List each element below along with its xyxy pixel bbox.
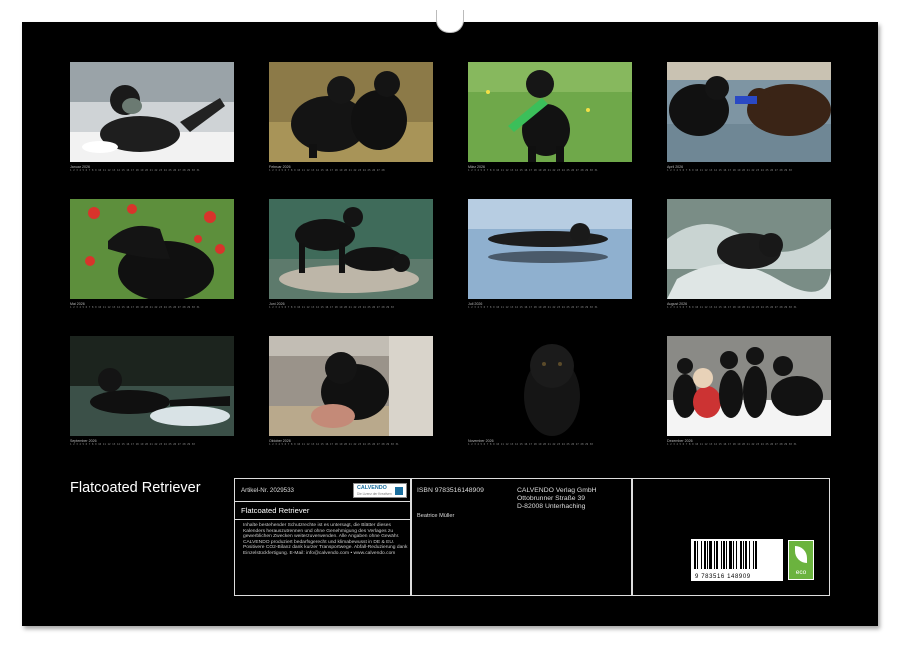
photo-april [667, 62, 831, 162]
leaf-icon [795, 546, 807, 563]
barcode-digits: 9 783516 148909 [695, 574, 751, 580]
barcode-bar [716, 541, 718, 569]
barcode-bar [733, 541, 734, 569]
month-june: Juni 2026 1 2 3 4 5 6 7 8 9 10 11 12 13 … [269, 199, 433, 309]
photo-december [667, 336, 831, 436]
photo-march [468, 62, 632, 162]
month-august: August 2026 1 2 3 4 5 6 7 8 9 10 11 12 1… [667, 199, 831, 309]
calvendo-logo: CALVENDO Die Lizenz der Kreativen [353, 483, 407, 498]
month-january: Januar 2026 1 2 3 4 5 6 7 8 9 10 11 12 1… [70, 62, 234, 172]
date-strip: 1 2 3 4 5 6 7 8 9 10 11 12 13 14 15 16 1… [667, 169, 831, 172]
month-march: März 2026 1 2 3 4 5 6 7 8 9 10 11 12 13 … [468, 62, 632, 172]
month-november: November 2026 1 2 3 4 5 6 7 8 9 10 11 12… [468, 336, 632, 446]
date-strip: 1 2 3 4 5 6 7 8 9 10 11 12 13 14 15 16 1… [269, 443, 433, 446]
brand-mark-icon [395, 487, 403, 495]
date-strip: 1 2 3 4 5 6 7 8 9 10 11 12 13 14 15 16 1… [667, 443, 831, 446]
photo-june [269, 199, 433, 299]
hanger-notch [436, 10, 464, 33]
barcode-bar [745, 541, 747, 569]
date-strip: 1 2 3 4 5 6 7 8 9 10 11 12 13 14 15 16 1… [468, 443, 632, 446]
barcode-bar [694, 541, 696, 569]
barcode-bar [714, 541, 715, 569]
month-july: Juli 2026 1 2 3 4 5 6 7 8 9 10 11 12 13 … [468, 199, 632, 309]
barcode-bar [726, 541, 727, 569]
publisher-city: D-82008 Unterhaching [517, 503, 585, 510]
photo-september [70, 336, 234, 436]
date-strip: 1 2 3 4 5 6 7 8 9 10 11 12 13 14 15 16 1… [70, 443, 234, 446]
product-title: Flatcoated Retriever [241, 507, 309, 514]
month-february: Februar 2026 1 2 3 4 5 6 7 8 9 10 11 12 … [269, 62, 433, 172]
photo-november [468, 336, 632, 436]
barcode: 9 783516 148909 [691, 539, 783, 581]
article-number: Artikel-Nr. 2029533 [241, 487, 294, 494]
barcode-bar [740, 541, 742, 569]
publisher-name: CALVENDO Verlag GmbH [517, 487, 597, 494]
date-strip: 1 2 3 4 5 6 7 8 9 10 11 12 13 14 15 16 1… [269, 306, 433, 309]
barcode-bar [749, 541, 750, 569]
eco-badge: eco [788, 540, 814, 580]
photo-february [269, 62, 433, 162]
month-october: Oktober 2026 1 2 3 4 5 6 7 8 9 10 11 12 … [269, 336, 433, 446]
barcode-bar [709, 541, 712, 569]
date-strip: 1 2 3 4 5 6 7 8 9 10 11 12 13 14 15 16 1… [269, 169, 433, 172]
date-strip: 1 2 3 4 5 6 7 8 9 10 11 12 13 14 15 16 1… [667, 306, 831, 309]
brand-sub: Die Lizenz der Kreativen [357, 492, 392, 496]
photo-may [70, 199, 234, 299]
date-strip: 1 2 3 4 5 6 7 8 9 10 11 12 13 14 15 16 1… [70, 306, 234, 309]
divider [235, 501, 410, 502]
barcode-bar [753, 541, 754, 569]
month-september: September 2026 1 2 3 4 5 6 7 8 9 10 11 1… [70, 336, 234, 446]
photo-august [667, 199, 831, 299]
isbn: ISBN 9783516148909 [417, 487, 484, 494]
barcode-bar [755, 541, 757, 569]
calendar-back-sheet: Januar 2026 1 2 3 4 5 6 7 8 9 10 11 12 1… [22, 22, 878, 626]
barcode-bar [704, 541, 706, 569]
date-strip: 1 2 3 4 5 6 7 8 9 10 11 12 13 14 15 16 1… [468, 306, 632, 309]
barcode-bar [743, 541, 744, 569]
barcode-bar [723, 541, 725, 569]
publisher-street: Ottobrunner Straße 39 [517, 495, 585, 502]
calendar-title: Flatcoated Retriever [70, 480, 201, 496]
barcode-bar [729, 541, 732, 569]
photo-january [70, 62, 234, 162]
divider [235, 519, 410, 520]
date-strip: 1 2 3 4 5 6 7 8 9 10 11 12 13 14 15 16 1… [70, 169, 234, 172]
barcode-bar [721, 541, 722, 569]
date-strip: 1 2 3 4 5 6 7 8 9 10 11 12 13 14 15 16 1… [468, 169, 632, 172]
brand-name: CALVENDO [357, 485, 387, 491]
month-april: April 2026 1 2 3 4 5 6 7 8 9 10 11 12 13… [667, 62, 831, 172]
divider [631, 479, 633, 595]
info-panel: Artikel-Nr. 2029533 CALVENDO Die Lizenz … [234, 478, 830, 596]
barcode-bar [707, 541, 708, 569]
barcode-bar [736, 541, 737, 569]
month-may: Mai 2026 1 2 3 4 5 6 7 8 9 10 11 12 13 1… [70, 199, 234, 309]
photo-october [269, 336, 433, 436]
eco-label: eco [789, 569, 813, 576]
author: Beatrice Müller [417, 513, 454, 520]
legal-notice: Inhalte bestehender Schutzrechte ist es … [243, 523, 413, 557]
barcode-bar [697, 541, 698, 569]
month-december: Dezember 2026 1 2 3 4 5 6 7 8 9 10 11 12… [667, 336, 831, 446]
barcode-bar [701, 541, 702, 569]
photo-july [468, 199, 632, 299]
